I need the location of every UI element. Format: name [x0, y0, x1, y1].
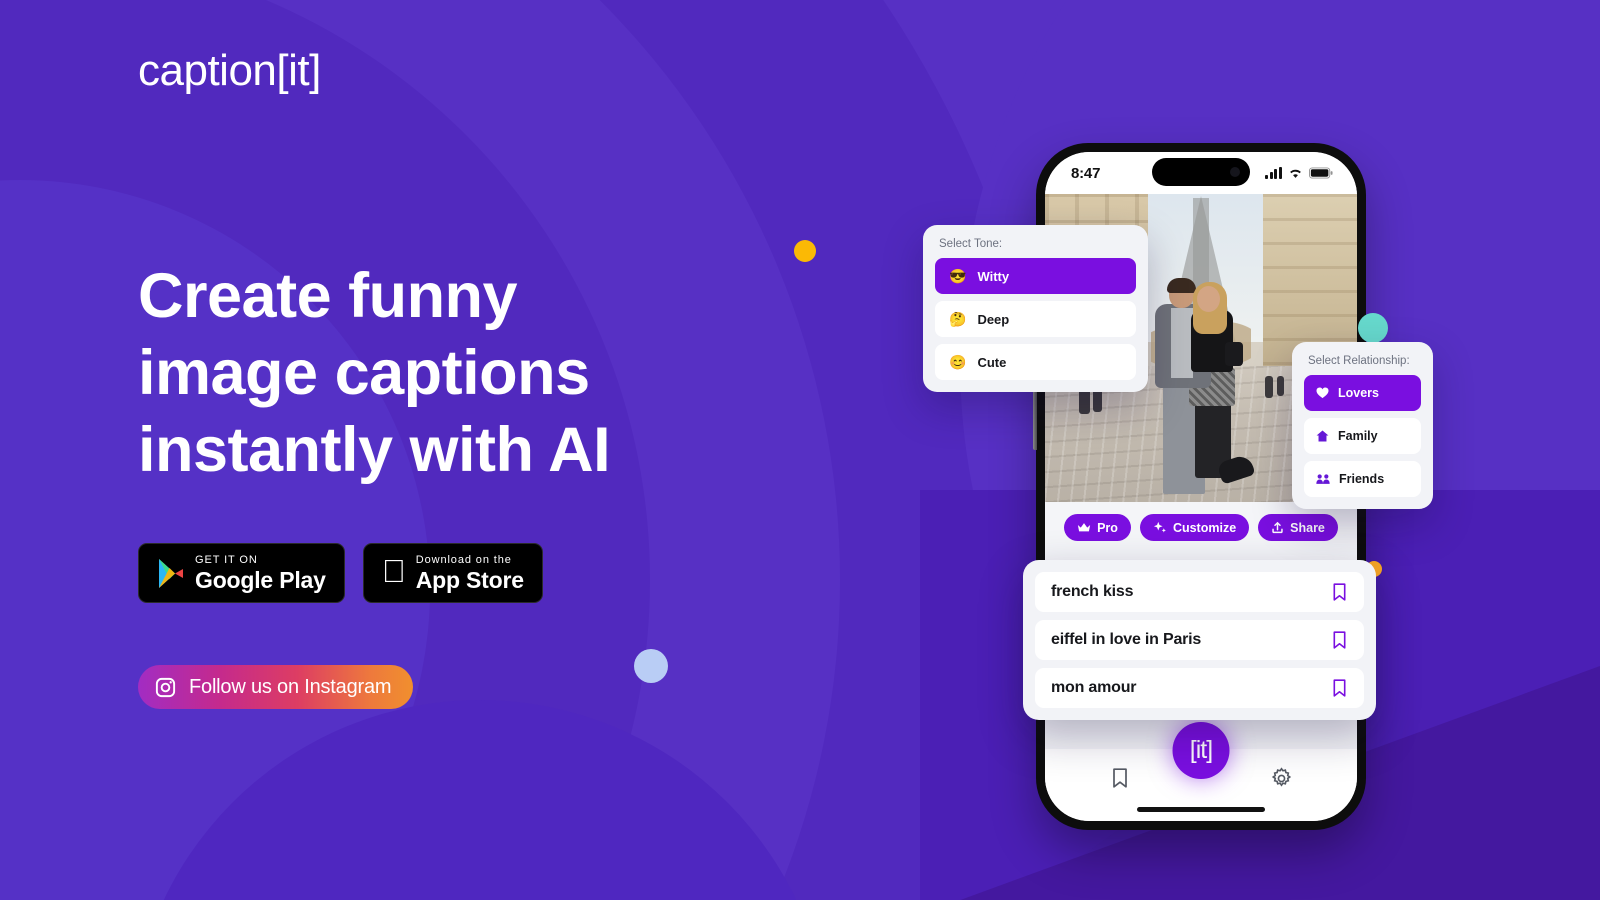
app-store-small-label: Download on the — [391, 553, 511, 566]
tone-panel-title: Select Tone: — [939, 238, 1003, 250]
battery-icon — [1309, 167, 1333, 179]
status-bar: 8:47 — [1045, 152, 1357, 194]
google-play-label: Google Play — [195, 566, 326, 593]
app-store-badge[interactable]:  Download on the App Store — [362, 543, 543, 603]
friends-icon — [1316, 473, 1330, 485]
share-upload-icon — [1271, 521, 1284, 534]
brand-name: caption — [138, 46, 277, 95]
apple-icon:  — [382, 555, 406, 587]
tone-option-cute[interactable]: 😊 Cute — [935, 344, 1136, 380]
bookmark-icon[interactable] — [1109, 766, 1131, 790]
instagram-icon — [154, 676, 177, 699]
instagram-label: Follow us on Instagram — [189, 675, 392, 698]
pro-label: Pro — [1097, 520, 1118, 535]
relationship-selector-panel: Select Relationship: Lovers Family Frien… — [1292, 342, 1433, 509]
bookmark-icon[interactable] — [1331, 678, 1348, 698]
home-indicator — [1137, 807, 1265, 812]
status-icons — [1265, 167, 1333, 179]
decorative-dot-blue — [634, 649, 668, 683]
relationship-option-family[interactable]: Family — [1304, 418, 1421, 454]
caption-text: mon amour — [1051, 679, 1137, 696]
photo-pedestrian — [1265, 376, 1273, 398]
caption-row[interactable]: mon amour — [1035, 668, 1364, 708]
caption-row[interactable]: eiffel in love in Paris — [1035, 620, 1364, 660]
caption-row[interactable]: french kiss — [1035, 572, 1364, 612]
relationship-panel-title: Select Relationship: — [1308, 355, 1410, 367]
brand-logo[interactable]: caption[it] — [138, 46, 321, 96]
headline-line-3: instantly with AI — [138, 415, 611, 485]
bookmark-icon[interactable] — [1331, 582, 1348, 602]
tone-option-witty[interactable]: 😎 Witty — [935, 258, 1136, 294]
tone-selector-panel: Select Tone: 😎 Witty 🤔 Deep 😊 Cute — [923, 225, 1148, 392]
share-button[interactable]: Share — [1258, 514, 1338, 541]
tone-option-deep[interactable]: 🤔 Deep — [935, 301, 1136, 337]
photo-couple — [1143, 278, 1259, 502]
witty-emoji-icon: 😎 — [949, 268, 967, 284]
headline-line-2: image captions — [138, 338, 590, 408]
heart-icon — [1316, 387, 1329, 399]
google-play-icon — [157, 558, 185, 589]
tone-option-label: Witty — [977, 268, 1010, 284]
app-store-label: App Store — [391, 566, 524, 593]
fab-label: [it] — [1189, 736, 1213, 764]
customize-label: Customize — [1172, 520, 1237, 535]
cellular-signal-icon — [1265, 167, 1282, 179]
deep-emoji-icon: 🤔 — [949, 311, 967, 327]
status-time: 8:47 — [1071, 164, 1101, 182]
caption-text: french kiss — [1051, 583, 1134, 600]
relationship-option-label: Friends — [1339, 472, 1385, 486]
generated-captions-panel: french kiss eiffel in love in Paris mon … — [1023, 560, 1376, 720]
page-title: Create funny image captions instantly wi… — [138, 258, 778, 489]
cute-emoji-icon: 😊 — [949, 354, 967, 370]
relationship-option-label: Lovers — [1338, 386, 1379, 400]
google-play-badge[interactable]: GET IT ON Google Play — [138, 543, 345, 603]
instagram-follow-button[interactable]: Follow us on Instagram — [138, 665, 414, 709]
wifi-icon — [1288, 167, 1303, 179]
pro-button[interactable]: Pro — [1064, 514, 1131, 541]
relationship-option-friends[interactable]: Friends — [1304, 461, 1421, 497]
generate-caption-fab[interactable]: [it] — [1172, 722, 1230, 779]
store-badges: GET IT ON Google Play  Download on the … — [138, 543, 543, 603]
tone-option-label: Deep — [977, 311, 1010, 327]
sparkle-icon — [1153, 521, 1167, 534]
relationship-option-label: Family — [1338, 429, 1378, 443]
google-play-small-label: GET IT ON — [195, 553, 258, 566]
caption-text: eiffel in love in Paris — [1051, 631, 1202, 648]
photo-pedestrian — [1277, 376, 1284, 396]
brand-bracket: [it] — [276, 46, 321, 95]
headline-line-1: Create funny — [138, 261, 518, 331]
share-label: Share — [1290, 520, 1325, 535]
dynamic-island — [1152, 158, 1250, 186]
customize-button[interactable]: Customize — [1139, 514, 1250, 541]
relationship-option-lovers[interactable]: Lovers — [1304, 375, 1421, 411]
home-icon — [1316, 430, 1329, 442]
decorative-dot-teal — [1358, 313, 1388, 343]
gear-icon[interactable] — [1270, 766, 1293, 790]
tone-option-label: Cute — [977, 354, 1007, 370]
decorative-dot-yellow — [794, 240, 816, 262]
bookmark-icon[interactable] — [1331, 630, 1348, 650]
photo-action-buttons: Pro Customize Share — [1045, 502, 1357, 551]
crown-icon — [1077, 522, 1091, 533]
